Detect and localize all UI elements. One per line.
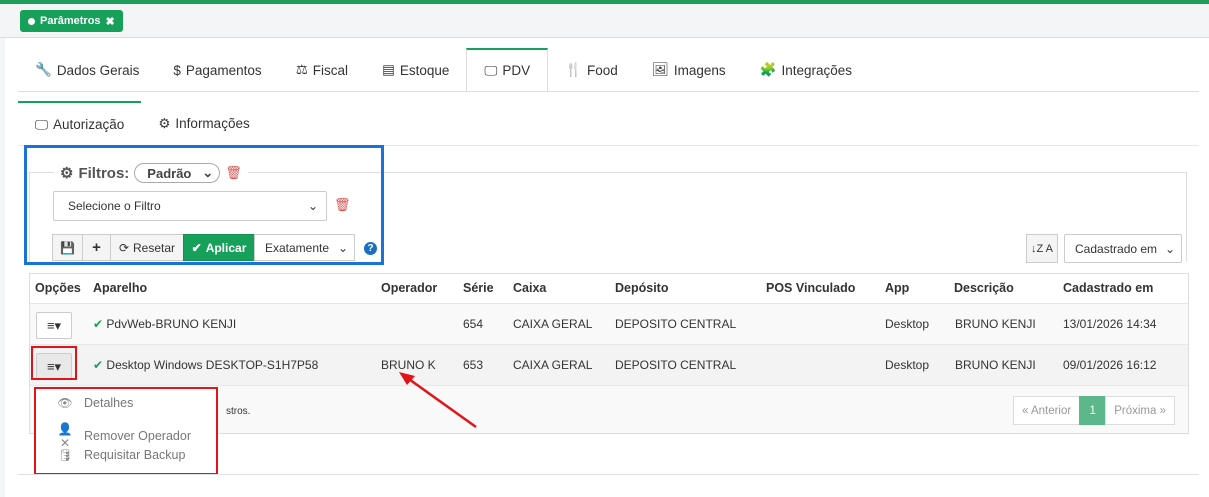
tab-label: Autorização bbox=[53, 117, 125, 132]
serie-cell: 653 bbox=[463, 358, 484, 372]
monitor-icon: 🖵 bbox=[484, 62, 498, 78]
caixa-cell: CAIXA GERAL bbox=[513, 358, 593, 372]
app-cell: Desktop bbox=[885, 317, 930, 331]
image-icon: 🖼 bbox=[651, 62, 669, 77]
tab-fiscal[interactable]: ⚖ Fiscal bbox=[279, 48, 365, 92]
descricao-cell: BRUNO KENJI bbox=[955, 317, 1036, 331]
col-header: Aparelho bbox=[93, 281, 148, 295]
tab-autorizacao[interactable]: 🖵 Autorização bbox=[18, 101, 142, 146]
tab-label: Informações bbox=[175, 116, 250, 131]
device-cell: ✔ Desktop Windows DESKTOP-S1H7P58 bbox=[93, 358, 318, 372]
tab-label: Fiscal bbox=[312, 62, 349, 78]
tab-label: Pagamentos bbox=[185, 62, 262, 78]
puzzle-icon: 🧩 bbox=[759, 62, 777, 77]
monitor-icon: 🖵 bbox=[35, 116, 49, 132]
tab-dados-gerais[interactable]: 🔧 Dados Gerais bbox=[18, 48, 156, 92]
row-options-button[interactable]: ≡▾ bbox=[36, 312, 72, 339]
tab-label: PDV bbox=[502, 63, 531, 78]
open-tab-chip[interactable]: Parâmetros ✖ bbox=[20, 10, 123, 32]
divider bbox=[18, 474, 1199, 475]
eye-icon: 👁 bbox=[57, 396, 73, 410]
sort-field-value: Cadastrado em bbox=[1075, 241, 1158, 256]
bars-dropdown-icon: ≡▾ bbox=[46, 317, 62, 333]
user-remove-icon: 👤✕ bbox=[57, 422, 73, 450]
close-icon[interactable]: ✖ bbox=[106, 15, 115, 28]
annotation-red-box-button bbox=[31, 346, 77, 380]
tab-label: Estoque bbox=[399, 62, 450, 78]
menu-item-remover-operador[interactable]: 👤✕ Remover Operador bbox=[56, 422, 191, 450]
check-circle-icon: ✔ bbox=[93, 358, 104, 372]
deposito-cell: DEPOSITO CENTRAL bbox=[615, 358, 737, 372]
annotation-blue-box bbox=[24, 145, 384, 265]
tab-integracoes[interactable]: 🧩 Integrações bbox=[743, 48, 869, 92]
sort-field-select[interactable]: Cadastrado em ⌄ bbox=[1064, 234, 1182, 263]
tab-label: Integrações bbox=[781, 62, 853, 78]
database-icon: 🛢 bbox=[57, 448, 73, 462]
balance-scale-icon: ⚖ bbox=[295, 62, 308, 77]
col-header: Opções bbox=[35, 281, 81, 295]
sort-alpha-icon: ↓Z A bbox=[1030, 242, 1053, 255]
row-options-menu: 👁 Detalhes 👤✕ Remover Operador 🛢 Requisi… bbox=[34, 387, 218, 475]
descricao-cell: BRUNO KENJI bbox=[955, 358, 1036, 372]
check-circle-icon: ✔ bbox=[93, 317, 104, 331]
col-header: Série bbox=[463, 281, 494, 295]
menu-item-label: Requisitar Backup bbox=[84, 448, 186, 462]
device-name: Desktop Windows DESKTOP-S1H7P58 bbox=[106, 358, 319, 372]
caixa-cell: CAIXA GERAL bbox=[513, 317, 593, 331]
tab-label: Dados Gerais bbox=[56, 62, 140, 78]
tab-imagens[interactable]: 🖼 Imagens bbox=[635, 48, 743, 92]
serie-cell: 654 bbox=[463, 317, 484, 331]
prev-page-button[interactable]: « Anterior bbox=[1012, 396, 1081, 425]
chevron-down-icon: ⌄ bbox=[1164, 241, 1175, 256]
tab-informacoes[interactable]: ⚙ Informações bbox=[141, 101, 266, 146]
top-accent-bar bbox=[0, 0, 1209, 4]
main-tabs: 🔧 Dados Gerais $ Pagamentos ⚖ Fiscal ▤ Estoq… bbox=[18, 48, 869, 92]
cadastrado-cell: 09/01/2026 16:12 bbox=[1063, 358, 1157, 372]
status-dot-icon bbox=[28, 17, 35, 25]
device-cell: ✔ PdvWeb-BRUNO KENJI bbox=[93, 317, 236, 331]
deposito-cell: DEPOSITO CENTRAL bbox=[615, 317, 737, 331]
records-count: stros. bbox=[226, 406, 251, 417]
col-header: Caixa bbox=[513, 281, 547, 295]
wrench-icon: 🔧 bbox=[35, 62, 52, 77]
col-header: Depósito bbox=[615, 281, 669, 295]
sort-direction-button[interactable]: ↓Z A bbox=[1026, 234, 1058, 263]
tab-label: Food bbox=[586, 62, 618, 78]
page-1-button[interactable]: 1 bbox=[1079, 396, 1107, 425]
app-cell: Desktop bbox=[885, 358, 930, 372]
open-tab-label: Parâmetros bbox=[40, 15, 101, 27]
tab-food[interactable]: 🍴 Food bbox=[548, 48, 635, 92]
next-page-button[interactable]: Próxima » bbox=[1105, 396, 1175, 425]
col-header: Operador bbox=[381, 281, 438, 295]
pagination: « Anterior 1 Próxima » bbox=[1012, 396, 1175, 425]
sub-tabs: 🖵 Autorização ⚙ Informações bbox=[18, 101, 267, 146]
dollar-icon: $ bbox=[173, 62, 181, 78]
menu-item-requisitar-backup[interactable]: 🛢 Requisitar Backup bbox=[56, 448, 185, 462]
tab-estoque[interactable]: ▤ Estoque bbox=[365, 48, 466, 92]
table-row: ≡▾ ✔ Desktop Windows DESKTOP-S1H7P58 BRU… bbox=[30, 345, 1188, 386]
utensils-icon: 🍴 bbox=[565, 62, 582, 77]
menu-item-label: Remover Operador bbox=[84, 429, 191, 443]
col-header: POS Vinculado bbox=[766, 281, 856, 295]
col-header: Cadastrado em bbox=[1063, 281, 1154, 295]
gear-icon: ⚙ bbox=[158, 115, 171, 131]
tab-pagamentos[interactable]: $ Pagamentos bbox=[156, 48, 278, 92]
col-header: Descrição bbox=[954, 281, 1014, 295]
tab-pdv[interactable]: 🖵 PDV bbox=[466, 48, 549, 92]
device-name: PdvWeb-BRUNO KENJI bbox=[106, 317, 237, 331]
operator-cell: BRUNO K bbox=[381, 358, 436, 372]
table-row: ≡▾ ✔ PdvWeb-BRUNO KENJI 654 CAIXA GERAL … bbox=[30, 304, 1188, 345]
tabs-divider bbox=[18, 91, 1199, 92]
table-header: Opções Aparelho Operador Série Caixa Dep… bbox=[30, 274, 1188, 304]
menu-item-label: Detalhes bbox=[84, 396, 134, 410]
col-header: App bbox=[885, 281, 910, 295]
archive-icon: ▤ bbox=[382, 62, 395, 77]
menu-item-detalhes[interactable]: 👁 Detalhes bbox=[56, 396, 133, 410]
cadastrado-cell: 13/01/2026 14:34 bbox=[1063, 317, 1157, 331]
tab-label: Imagens bbox=[673, 62, 726, 78]
